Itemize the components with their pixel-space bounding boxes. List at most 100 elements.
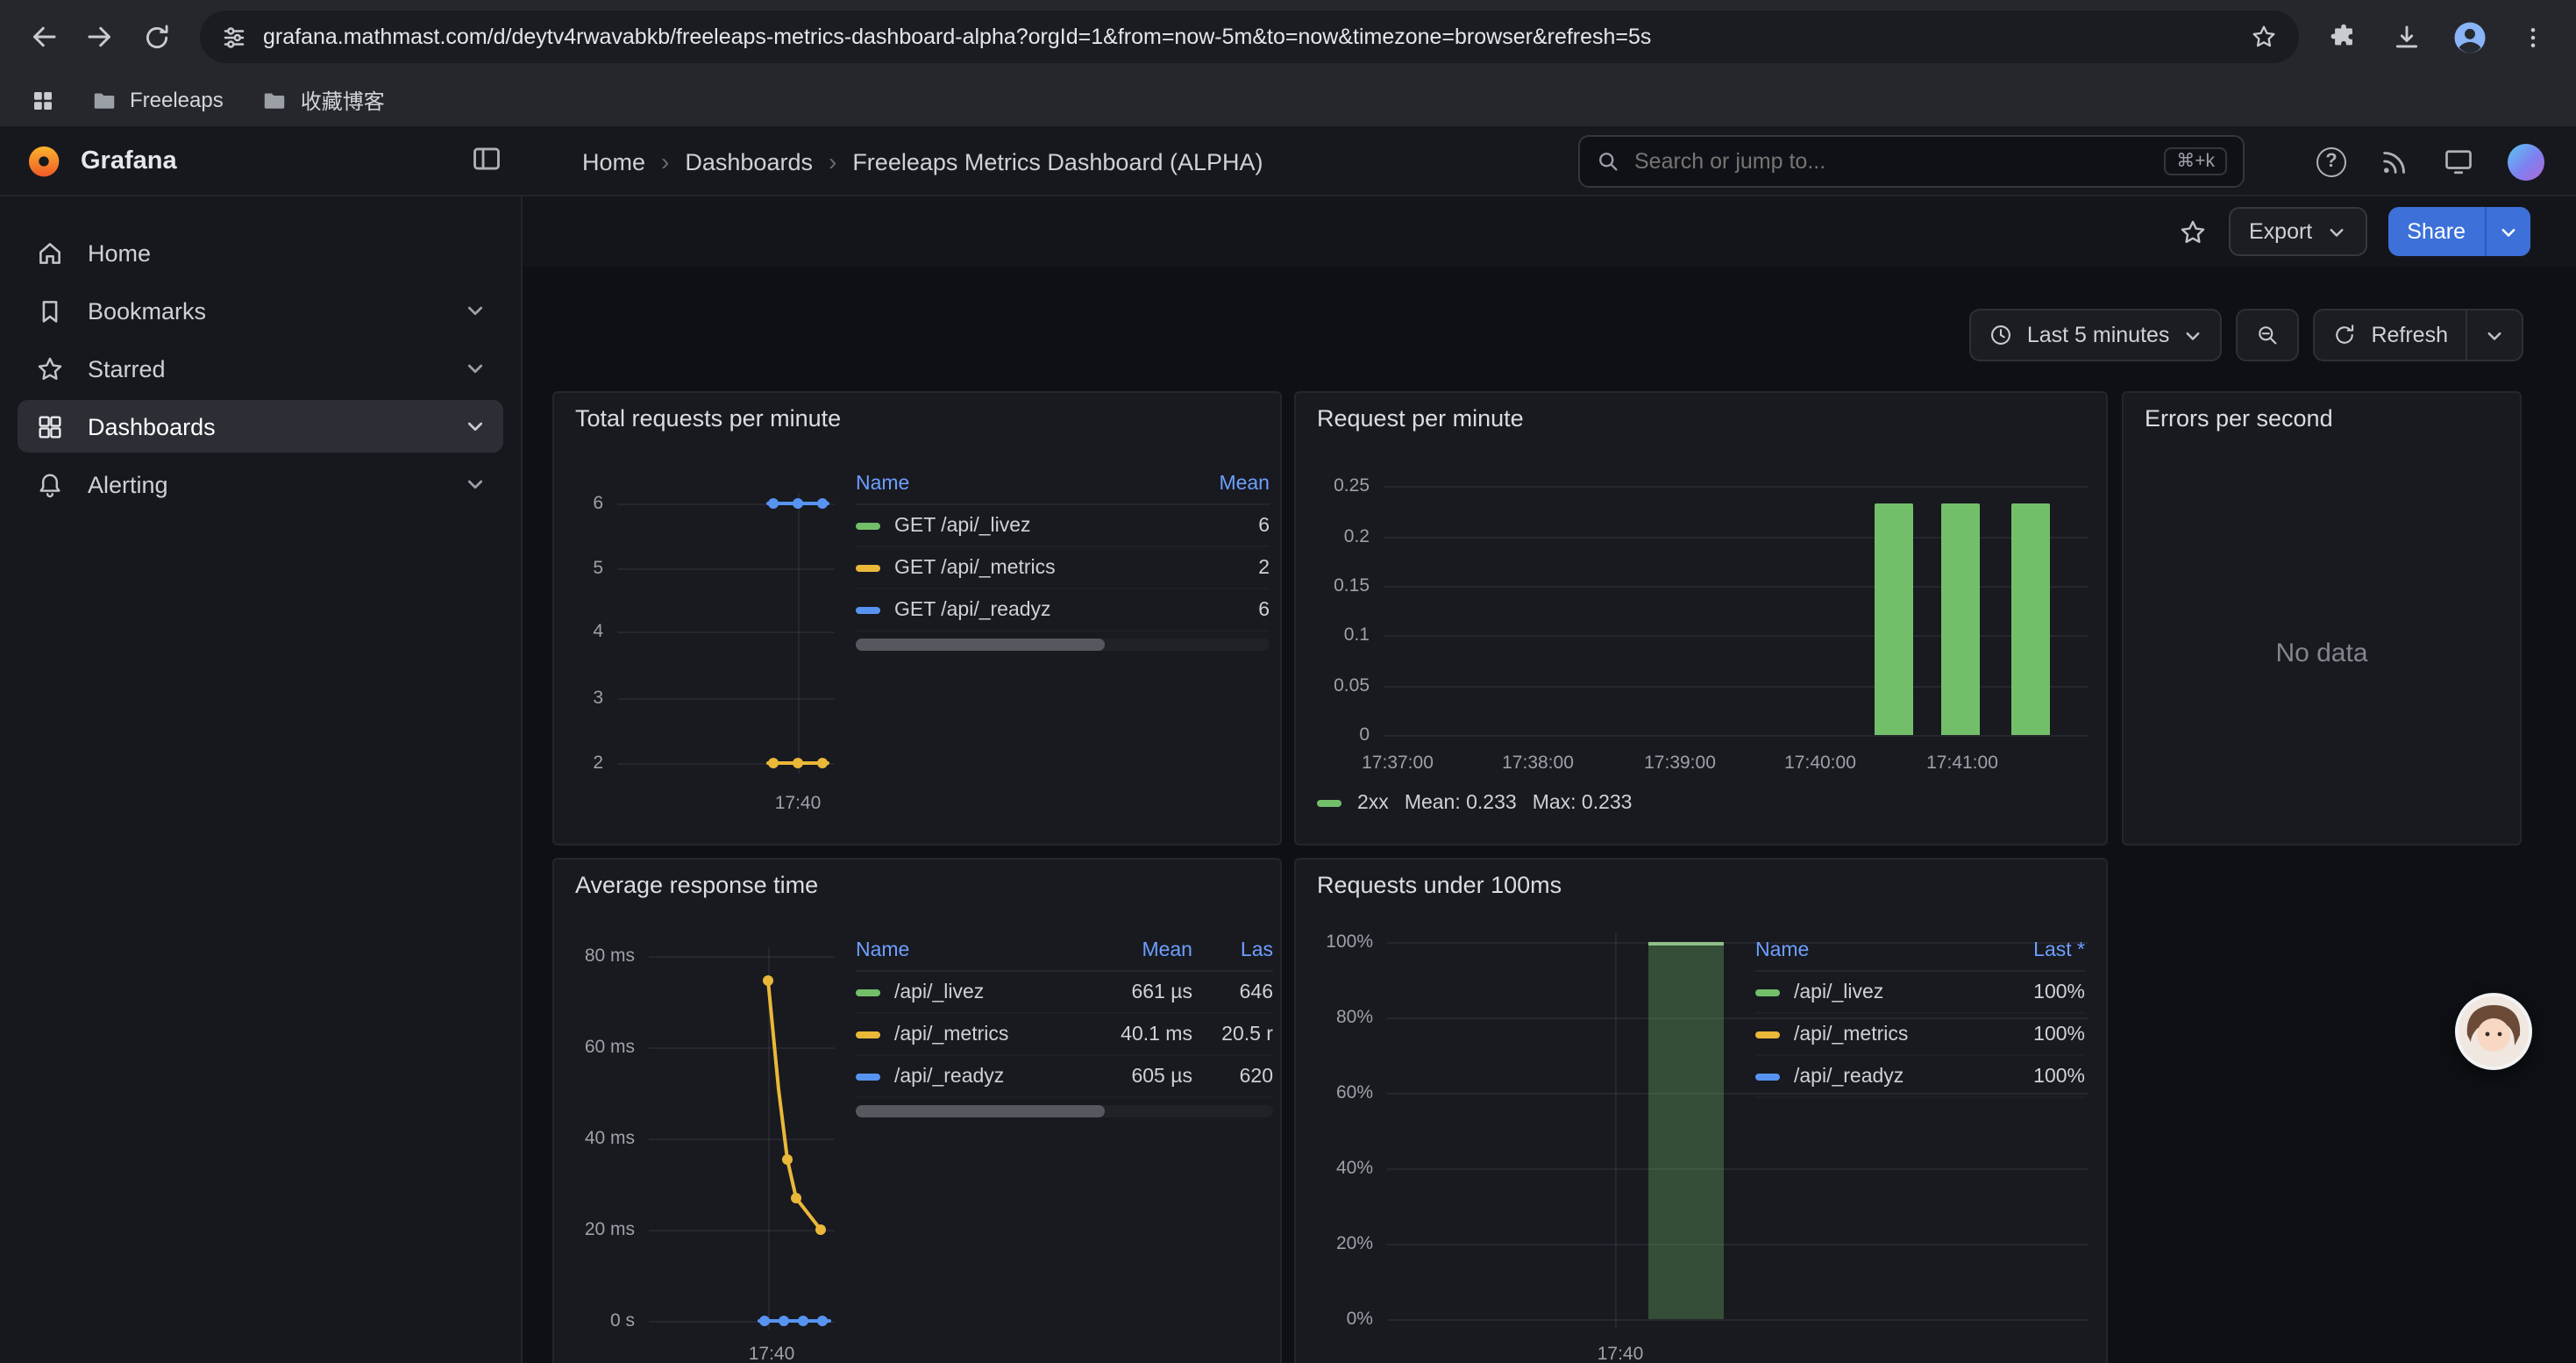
y-tick: 0 s — [554, 1310, 635, 1331]
time-range-picker[interactable]: Last 5 minutes — [1969, 309, 2223, 361]
bookmark-label: Freeleaps — [130, 88, 224, 112]
series-color-dash — [1317, 800, 1341, 807]
series-name[interactable]: /api/_metrics — [1794, 1024, 1908, 1045]
refresh-button[interactable]: Refresh — [2313, 309, 2523, 361]
panel-title[interactable]: Average response time — [575, 872, 818, 898]
bookmark-folder-freeleaps[interactable]: Freeleaps — [81, 83, 234, 117]
search-bar[interactable]: ⌘+k — [1578, 135, 2245, 188]
panel-title[interactable]: Total requests per minute — [575, 405, 841, 432]
legend-row[interactable]: /api/_livez 100% — [1755, 972, 2085, 1014]
chevron-down-icon[interactable] — [2485, 325, 2504, 345]
profile-avatar-icon[interactable] — [2443, 11, 2495, 63]
legend-col-mean[interactable]: Mean — [1080, 939, 1192, 960]
series-mean: 605 µs — [1080, 1066, 1192, 1087]
panel-title[interactable]: Errors per second — [2145, 405, 2333, 432]
scrollbar-thumb[interactable] — [856, 639, 1105, 651]
grafana-brand[interactable]: Grafana — [25, 126, 177, 196]
x-tick: 17:37:00 — [1362, 753, 1434, 774]
favorite-star-icon[interactable] — [2177, 217, 2207, 246]
y-tick: 5 — [554, 558, 603, 579]
floating-assistant-avatar[interactable] — [2455, 993, 2532, 1070]
series-name[interactable]: /api/_livez — [1794, 981, 1883, 1003]
dock-menu-icon[interactable] — [470, 142, 503, 175]
url-text[interactable]: grafana.mathmast.com/d/deytv4rwavabkb/fr… — [263, 25, 2234, 49]
y-tick: 80 ms — [554, 946, 635, 967]
gridline — [617, 568, 835, 570]
y-tick: 100% — [1296, 931, 1373, 953]
legend-col-name[interactable]: Name — [856, 473, 1164, 494]
series-name[interactable]: /api/_livez — [894, 981, 984, 1003]
series-name[interactable]: /api/_readyz — [894, 1066, 1004, 1087]
legend-row[interactable]: GET /api/_livez 6 — [856, 505, 1270, 547]
address-bar[interactable]: grafana.mathmast.com/d/deytv4rwavabkb/fr… — [200, 11, 2299, 63]
series-point — [793, 498, 803, 509]
scrollbar-thumb[interactable] — [856, 1105, 1105, 1117]
forward-button[interactable] — [74, 11, 126, 63]
legend-row[interactable]: /api/_readyz 605 µs 620 — [856, 1056, 1273, 1098]
series-name[interactable]: /api/_readyz — [1794, 1066, 1904, 1087]
sidebar-item-bookmarks[interactable]: Bookmarks — [18, 284, 503, 337]
series-name[interactable]: GET /api/_readyz — [894, 599, 1051, 620]
legend-col-last[interactable]: Last * — [1987, 939, 2085, 960]
legend-col-name[interactable]: Name — [1755, 939, 1987, 960]
legend-scrollbar[interactable] — [856, 639, 1270, 651]
legend-row[interactable]: /api/_livez 661 µs 646 — [856, 972, 1273, 1014]
series-name[interactable]: GET /api/_livez — [894, 515, 1031, 536]
chevron-down-icon[interactable] — [465, 358, 486, 379]
legend-row[interactable]: /api/_metrics 100% — [1755, 1014, 2085, 1056]
panel-title[interactable]: Requests under 100ms — [1317, 872, 1562, 898]
legend-row[interactable]: /api/_metrics 40.1 ms 20.5 r — [856, 1014, 1273, 1056]
sidebar-item-starred[interactable]: Starred — [18, 342, 503, 395]
kiosk-monitor-icon[interactable] — [2443, 146, 2474, 177]
download-icon[interactable] — [2380, 11, 2432, 63]
news-rss-icon[interactable] — [2380, 146, 2409, 176]
y-tick: 0.2 — [1296, 526, 1370, 547]
legend-row[interactable]: GET /api/_metrics 2 — [856, 547, 1270, 589]
panel-title[interactable]: Request per minute — [1317, 405, 1524, 432]
reload-button[interactable] — [130, 11, 182, 63]
browser-menu-icon[interactable] — [2506, 11, 2558, 63]
legend-col-mean[interactable]: Mean — [1164, 473, 1270, 494]
back-button[interactable] — [18, 11, 70, 63]
series-last: 100% — [1987, 1024, 2085, 1045]
panel-request-per-minute: Request per minute 0.25 0.2 0.15 0.1 0.0… — [1294, 391, 2108, 846]
series-name[interactable]: 2xx — [1357, 793, 1389, 814]
chevron-down-icon[interactable] — [465, 300, 486, 321]
legend-row[interactable]: /api/_readyz 100% — [1755, 1056, 2085, 1098]
browser-chrome: grafana.mathmast.com/d/deytv4rwavabkb/fr… — [0, 0, 2576, 126]
legend-scrollbar[interactable] — [856, 1105, 1273, 1117]
legend-col-name[interactable]: Name — [856, 939, 1080, 960]
legend-col-last[interactable]: Las — [1192, 939, 1273, 960]
breadcrumb-home[interactable]: Home — [582, 148, 645, 175]
clock-icon — [1989, 323, 2013, 347]
screen: grafana.mathmast.com/d/deytv4rwavabkb/fr… — [0, 0, 2576, 1363]
bookmark-folder-blogs[interactable]: 收藏博客 — [252, 82, 395, 118]
y-tick: 20 ms — [554, 1219, 635, 1240]
legend-row[interactable]: GET /api/_readyz 6 — [856, 589, 1270, 632]
series-name[interactable]: /api/_metrics — [894, 1024, 1008, 1045]
alerting-bell-icon — [35, 469, 65, 499]
breadcrumb-dashboards[interactable]: Dashboards — [685, 148, 813, 175]
export-button[interactable]: Export — [2228, 207, 2366, 256]
bookmark-star-icon[interactable] — [2250, 23, 2278, 51]
sidebar-item-dashboards[interactable]: Dashboards — [18, 400, 503, 453]
share-button[interactable]: Share — [2387, 207, 2530, 256]
series-name[interactable]: GET /api/_metrics — [894, 557, 1056, 578]
site-settings-icon[interactable] — [221, 24, 247, 50]
share-label[interactable]: Share — [2387, 207, 2485, 256]
help-icon[interactable]: ? — [2316, 146, 2346, 176]
extensions-icon[interactable] — [2316, 11, 2369, 63]
chevron-down-icon[interactable] — [465, 474, 486, 495]
refresh-divider — [2466, 310, 2467, 360]
share-menu-button[interactable] — [2487, 207, 2530, 256]
grafana-logo-icon — [25, 142, 63, 181]
x-tick: 17:41:00 — [1926, 753, 1998, 774]
chevron-down-icon[interactable] — [465, 416, 486, 437]
apps-grid-icon[interactable] — [21, 79, 63, 121]
sidebar-item-home[interactable]: Home — [18, 226, 503, 279]
zoom-out-button[interactable] — [2236, 309, 2299, 361]
search-input[interactable] — [1634, 149, 2150, 174]
user-avatar[interactable] — [2508, 143, 2544, 180]
sidebar-item-alerting[interactable]: Alerting — [18, 458, 503, 510]
series-last: 100% — [1987, 1066, 2085, 1087]
